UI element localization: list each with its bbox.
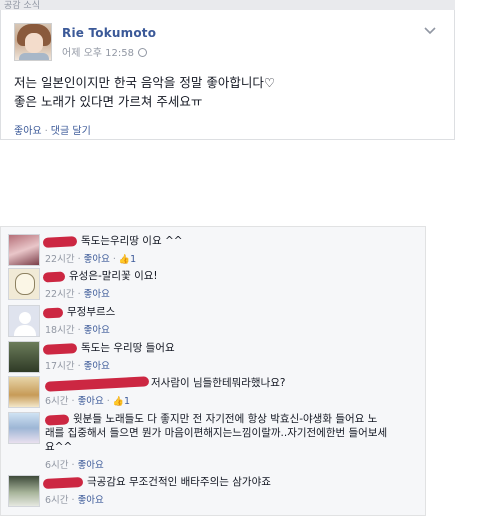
comment-button[interactable]: 댓글 달기 bbox=[51, 126, 91, 137]
comment-meta: 22시간 · 좋아요 bbox=[45, 289, 110, 300]
comment-text: 윗분들 노래들도 다 좋지만 전 자기전에 항상 박효신-야생화 들어요 노 래… bbox=[45, 412, 423, 454]
comment-time[interactable]: 6시간 bbox=[45, 396, 69, 407]
post-time-text: 어제 오후 12:58 bbox=[62, 48, 134, 59]
avatar-shirt bbox=[19, 53, 49, 60]
avatar[interactable] bbox=[8, 475, 40, 507]
avatar[interactable] bbox=[8, 412, 40, 444]
comment-text-line: 요^^ bbox=[45, 441, 73, 453]
redaction-mark bbox=[42, 343, 78, 355]
like-button[interactable]: 좋아요 bbox=[84, 254, 110, 265]
post-card: Rie Tokumoto 어제 오후 12:58 저는 일본인이지만 한국 음악… bbox=[0, 10, 455, 140]
comment-meta: 6시간 · 좋아요 bbox=[45, 460, 104, 471]
avatar[interactable] bbox=[8, 268, 40, 300]
post-timestamp[interactable]: 어제 오후 12:58 bbox=[62, 44, 147, 59]
thumbs-up-icon: 👍 bbox=[118, 255, 131, 265]
like-button[interactable]: 좋아요 bbox=[84, 361, 110, 372]
author-name[interactable]: Rie Tokumoto bbox=[62, 26, 156, 40]
comment-meta: 22시간 · 좋아요 · 👍1 bbox=[45, 254, 137, 265]
separator: · bbox=[44, 126, 48, 137]
like-button[interactable]: 좋아요 bbox=[78, 495, 104, 506]
like-button[interactable]: 좋아요 bbox=[78, 460, 104, 471]
post-text-line: 저는 일본인이지만 한국 음악을 정말 좋아합니다♡ bbox=[14, 75, 276, 90]
redaction-mark bbox=[42, 307, 64, 319]
like-button[interactable]: 좋아요 bbox=[84, 289, 110, 300]
comment-text: 극공감요 무조건적인 배타주의는 삼가야죠 bbox=[87, 476, 271, 488]
redaction-mark bbox=[42, 236, 78, 248]
comment-text-line: 윗분들 노래들도 다 좋지만 전 자기전에 항상 박효신-야생화 들어요 노 bbox=[73, 413, 378, 425]
post-actions: 좋아요 · 댓글 달기 bbox=[14, 122, 91, 137]
like-button[interactable]: 좋아요 bbox=[84, 325, 110, 336]
like-button[interactable]: 좋아요 bbox=[78, 396, 104, 407]
avatar[interactable] bbox=[8, 305, 40, 337]
comment-meta: 18시간 · 좋아요 bbox=[45, 325, 110, 336]
comment-text: 저사람이 님들한테뭐라했나요? bbox=[151, 377, 286, 389]
thumbs-up-icon: 👍 bbox=[112, 397, 125, 407]
redaction-mark bbox=[42, 476, 84, 490]
avatar[interactable] bbox=[14, 23, 52, 61]
comment-time[interactable]: 17시간 bbox=[45, 361, 75, 372]
comment-time[interactable]: 22시간 bbox=[45, 254, 75, 265]
avatar[interactable] bbox=[8, 341, 40, 373]
comment-time[interactable]: 18시간 bbox=[45, 325, 75, 336]
redaction-mark bbox=[42, 271, 66, 283]
comment-meta: 17시간 · 좋아요 bbox=[45, 361, 110, 372]
avatar[interactable] bbox=[8, 234, 40, 266]
like-count[interactable]: 1 bbox=[130, 254, 136, 265]
comment-time[interactable]: 6시간 bbox=[45, 495, 69, 506]
avatar-face bbox=[25, 33, 43, 53]
comment-text-line: 래를 집중해서 들으면 뭔가 마음이편해지는느낌이랄까..자기전에한번 들어보세 bbox=[45, 427, 388, 439]
like-button[interactable]: 좋아요 bbox=[14, 126, 42, 137]
comment-text: 유성은-말리꽃 이요! bbox=[69, 270, 158, 282]
comment-text: 독도는우리땅 이요 ^^ bbox=[81, 235, 183, 247]
clock-icon bbox=[137, 48, 147, 57]
like-count[interactable]: 1 bbox=[124, 396, 130, 407]
post-body: 저는 일본인이지만 한국 음악을 정말 좋아합니다♡ 좋은 노래가 있다면 가르… bbox=[14, 73, 434, 111]
comment-time[interactable]: 22시간 bbox=[45, 289, 75, 300]
chevron-down-icon[interactable] bbox=[424, 27, 436, 37]
comments-panel: 독도는우리땅 이요 ^^ 22시간 · 좋아요 · 👍1 유성은-말리꽃 이요! 22시… bbox=[0, 226, 426, 516]
comment-meta: 6시간 · 좋아요 bbox=[45, 495, 104, 506]
comment-time[interactable]: 6시간 bbox=[45, 460, 69, 471]
comment-text: 무정부르스 bbox=[67, 306, 116, 318]
top-strip: 공감 소식 bbox=[0, 0, 455, 11]
avatar[interactable] bbox=[8, 376, 40, 408]
comment-meta: 6시간 · 좋아요 · 👍1 bbox=[45, 396, 131, 407]
comment-text: 독도는 우리땅 들어요 bbox=[81, 342, 175, 354]
post-text-line: 좋은 노래가 있다면 가르쳐 주세요ㅠ bbox=[14, 94, 203, 109]
redaction-mark bbox=[44, 376, 150, 392]
